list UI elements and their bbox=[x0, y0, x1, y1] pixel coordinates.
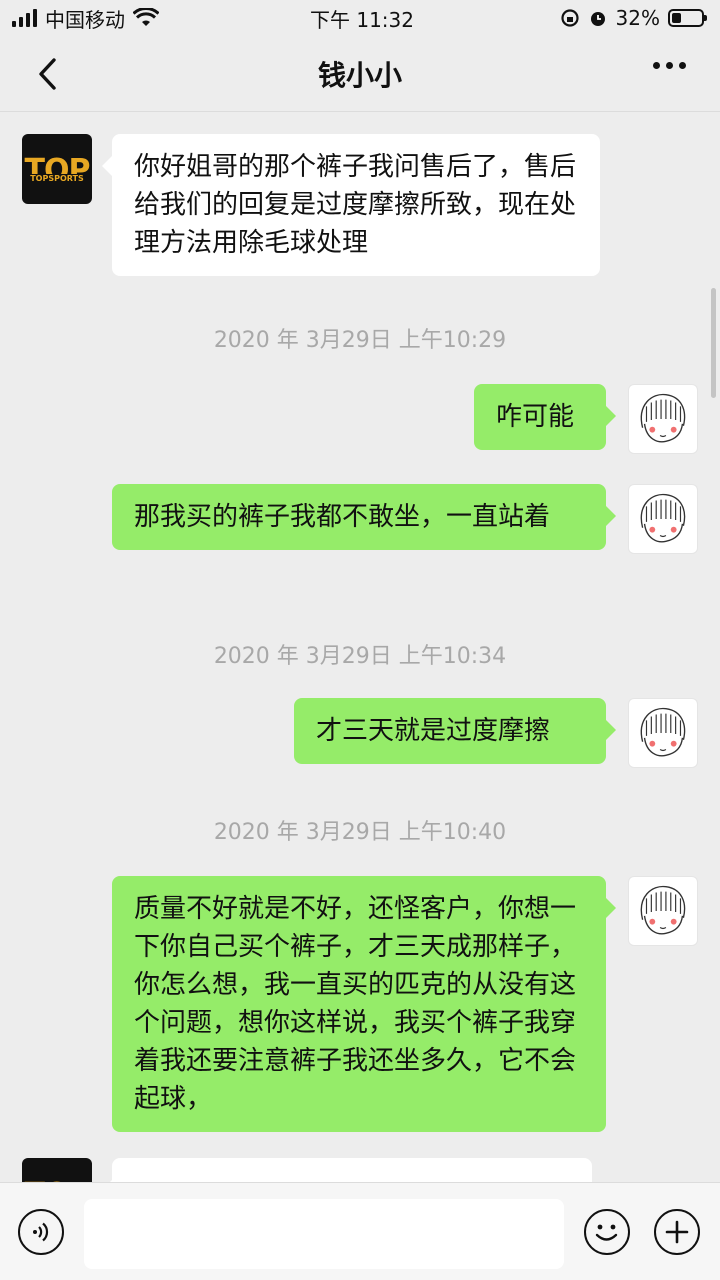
chevron-left-icon bbox=[39, 58, 56, 90]
user-avatar[interactable] bbox=[628, 484, 698, 554]
status-right: 32% bbox=[560, 6, 707, 30]
emoji-button[interactable] bbox=[584, 1209, 630, 1255]
message-bubble-incoming[interactable] bbox=[102, 1158, 592, 1182]
user-avatar[interactable] bbox=[628, 876, 698, 946]
emoji-icon bbox=[595, 1224, 618, 1241]
girl-face-icon bbox=[640, 393, 686, 443]
plus-icon bbox=[665, 1220, 689, 1244]
plus-button[interactable] bbox=[654, 1209, 700, 1255]
message-bubble-outgoing[interactable]: 质量不好就是不好，还怪客户，你想一下你自己买个裤子，才三天成那样子，你怎么想，我… bbox=[112, 876, 616, 1132]
message-bubble-outgoing[interactable]: 咋可能 bbox=[474, 384, 616, 450]
chat-title: 钱小小 bbox=[317, 58, 402, 92]
message-bubble-incoming[interactable]: 你好姐哥的那个裤子我问售后了，售后给我们的回复是过度摩擦所致，现在处理方法用除毛… bbox=[102, 134, 600, 276]
carrier-label: 中国移动 bbox=[45, 7, 125, 32]
message-timestamp: 2020 年 3月29日 上午10:40 bbox=[213, 820, 507, 845]
message-bubble-outgoing[interactable]: 那我买的裤子我都不敢坐，一直站着 bbox=[112, 484, 616, 550]
status-bar: 中国移动 下午 11:32 32% bbox=[0, 0, 720, 36]
input-bar bbox=[0, 1182, 720, 1280]
girl-face-icon bbox=[640, 707, 686, 757]
user-avatar[interactable] bbox=[628, 698, 698, 768]
message-bubble-outgoing[interactable]: 才三天就是过度摩擦 bbox=[294, 698, 616, 764]
contact-avatar[interactable]: TOP TOPSPORTS bbox=[22, 134, 92, 204]
alarm-icon bbox=[590, 12, 605, 26]
more-button[interactable] bbox=[653, 62, 686, 69]
message-timestamp: 2020 年 3月29日 上午10:29 bbox=[213, 328, 507, 353]
back-button[interactable] bbox=[28, 54, 68, 94]
user-avatar[interactable] bbox=[628, 384, 698, 454]
girl-face-icon bbox=[640, 885, 686, 935]
chat-area[interactable]: TOP TOPSPORTS 你好姐哥的那个裤子我问售后了，售后给我们的回复是过度… bbox=[0, 112, 720, 1182]
voice-button[interactable] bbox=[18, 1209, 64, 1255]
message-input[interactable] bbox=[84, 1199, 564, 1269]
girl-face-icon bbox=[640, 493, 686, 543]
message-timestamp: 2020 年 3月29日 上午10:34 bbox=[213, 644, 507, 669]
contact-avatar[interactable]: TOP TOPSPORTS bbox=[22, 1158, 92, 1182]
more-dots-icon bbox=[653, 62, 660, 69]
status-time: 下午 11:32 bbox=[310, 7, 414, 32]
voice-icon bbox=[33, 1222, 49, 1242]
battery-icon bbox=[668, 9, 707, 27]
brand-logo-subtext: TOPSPORTS bbox=[28, 173, 86, 183]
wifi-icon bbox=[133, 8, 159, 26]
status-left: 中国移动 bbox=[12, 4, 159, 33]
rotation-lock-icon bbox=[560, 9, 579, 27]
nav-bar: 钱小小 bbox=[0, 36, 720, 112]
battery-percent: 32% bbox=[615, 6, 660, 30]
signal-icon bbox=[12, 9, 37, 27]
